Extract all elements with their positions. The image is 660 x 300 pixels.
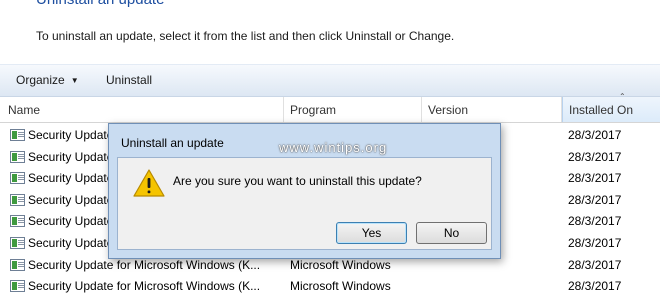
update-icon [10, 172, 25, 185]
watermark-text: www.wintips.org [279, 140, 388, 155]
update-icon [10, 129, 25, 141]
organize-label: Organize [16, 73, 65, 87]
yes-button[interactable]: Yes [336, 222, 407, 244]
update-icon [10, 193, 25, 206]
update-installed-on: 28/3/2017 [568, 171, 622, 186]
sort-ascending-icon: ⌃ [619, 92, 626, 101]
chevron-down-icon: ▼ [70, 76, 79, 85]
page-title: Uninstall an update [36, 0, 164, 8]
warning-icon [133, 169, 165, 197]
update-icon [10, 236, 25, 249]
no-button[interactable]: No [416, 222, 487, 244]
dialog-body: Are you sure you want to uninstall this … [117, 157, 492, 250]
column-header-installed-label: Installed On [569, 103, 634, 117]
column-header-installed-on[interactable]: ⌃ Installed On [562, 92, 660, 122]
update-icon [10, 258, 25, 271]
update-icon [10, 150, 25, 163]
column-header-program[interactable]: Program [284, 97, 422, 122]
column-header-name[interactable]: Name [2, 97, 284, 122]
organize-button[interactable]: Organize ▼ [16, 73, 79, 87]
table-header: Name Program Version ⌃ Installed On [0, 92, 660, 123]
update-installed-on: 28/3/2017 [568, 192, 622, 207]
table-row[interactable]: Security Update for Microsoft Windows (K… [0, 276, 660, 298]
update-installed-on: 28/3/2017 [568, 149, 622, 164]
dialog-title: Uninstall an update [121, 136, 224, 150]
update-icon [10, 215, 25, 228]
update-installed-on: 28/3/2017 [568, 235, 622, 250]
update-name: Security Update for Microsoft Windows (K… [28, 279, 261, 294]
update-program: Microsoft Windows [290, 279, 391, 294]
column-header-version[interactable]: Version [422, 97, 562, 122]
toolbar: Organize ▼ Uninstall [0, 64, 660, 97]
update-name: Security Update for Microsoft Windows (K… [28, 257, 261, 272]
update-installed-on: 28/3/2017 [568, 214, 622, 229]
instructions-text: To uninstall an update, select it from t… [36, 29, 455, 43]
uninstall-button[interactable]: Uninstall [106, 73, 152, 87]
dialog-message: Are you sure you want to uninstall this … [173, 174, 422, 188]
update-installed-on: 28/3/2017 [568, 128, 622, 142]
update-installed-on: 28/3/2017 [568, 257, 622, 272]
update-icon [10, 280, 25, 293]
update-installed-on: 28/3/2017 [568, 279, 622, 294]
